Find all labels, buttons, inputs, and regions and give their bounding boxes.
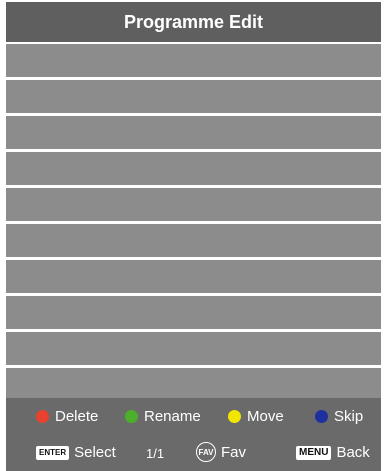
list-item[interactable] (6, 332, 381, 365)
move-hint[interactable]: Move (228, 408, 284, 425)
back-label: Back (336, 444, 370, 461)
delete-label: Delete (55, 408, 99, 425)
list-item[interactable] (6, 152, 381, 185)
fav-key-icon: FAV (196, 442, 216, 462)
list-item[interactable] (6, 296, 381, 329)
move-label: Move (247, 408, 284, 425)
list-item[interactable] (6, 80, 381, 113)
list-item[interactable] (6, 224, 381, 257)
fav-hint[interactable]: FAV Fav (196, 442, 246, 462)
color-key-legend: Delete Rename Move Skip (6, 402, 381, 432)
select-label: Select (74, 444, 116, 461)
back-hint[interactable]: MENU Back (296, 444, 370, 461)
list-item[interactable] (6, 368, 381, 401)
page-indicator: 1/1 (146, 446, 165, 461)
rename-hint[interactable]: Rename (125, 408, 201, 425)
list-item[interactable] (6, 188, 381, 221)
list-item[interactable] (6, 116, 381, 149)
skip-hint[interactable]: Skip (315, 408, 363, 425)
blue-button-icon (315, 410, 328, 423)
fav-label: Fav (221, 443, 247, 461)
programme-edit-screen: Programme Edit Delete Rename Move Skip E… (0, 0, 385, 471)
select-hint[interactable]: ENTER Select (36, 444, 116, 461)
nav-key-legend: ENTER Select 1/1 FAV Fav MENU Back (6, 438, 381, 468)
channel-list (6, 44, 381, 404)
skip-label: Skip (334, 408, 364, 425)
red-button-icon (36, 410, 49, 423)
enter-key-icon: ENTER (36, 445, 70, 460)
list-item[interactable] (6, 44, 381, 77)
help-bar: Delete Rename Move Skip ENTER Select 1/1 (6, 398, 381, 471)
rename-label: Rename (144, 408, 201, 425)
menu-key-icon: MENU (296, 445, 332, 460)
delete-hint[interactable]: Delete (36, 408, 98, 425)
green-button-icon (125, 410, 138, 423)
page-title: Programme Edit (6, 2, 381, 42)
list-item[interactable] (6, 260, 381, 293)
yellow-button-icon (228, 410, 241, 423)
